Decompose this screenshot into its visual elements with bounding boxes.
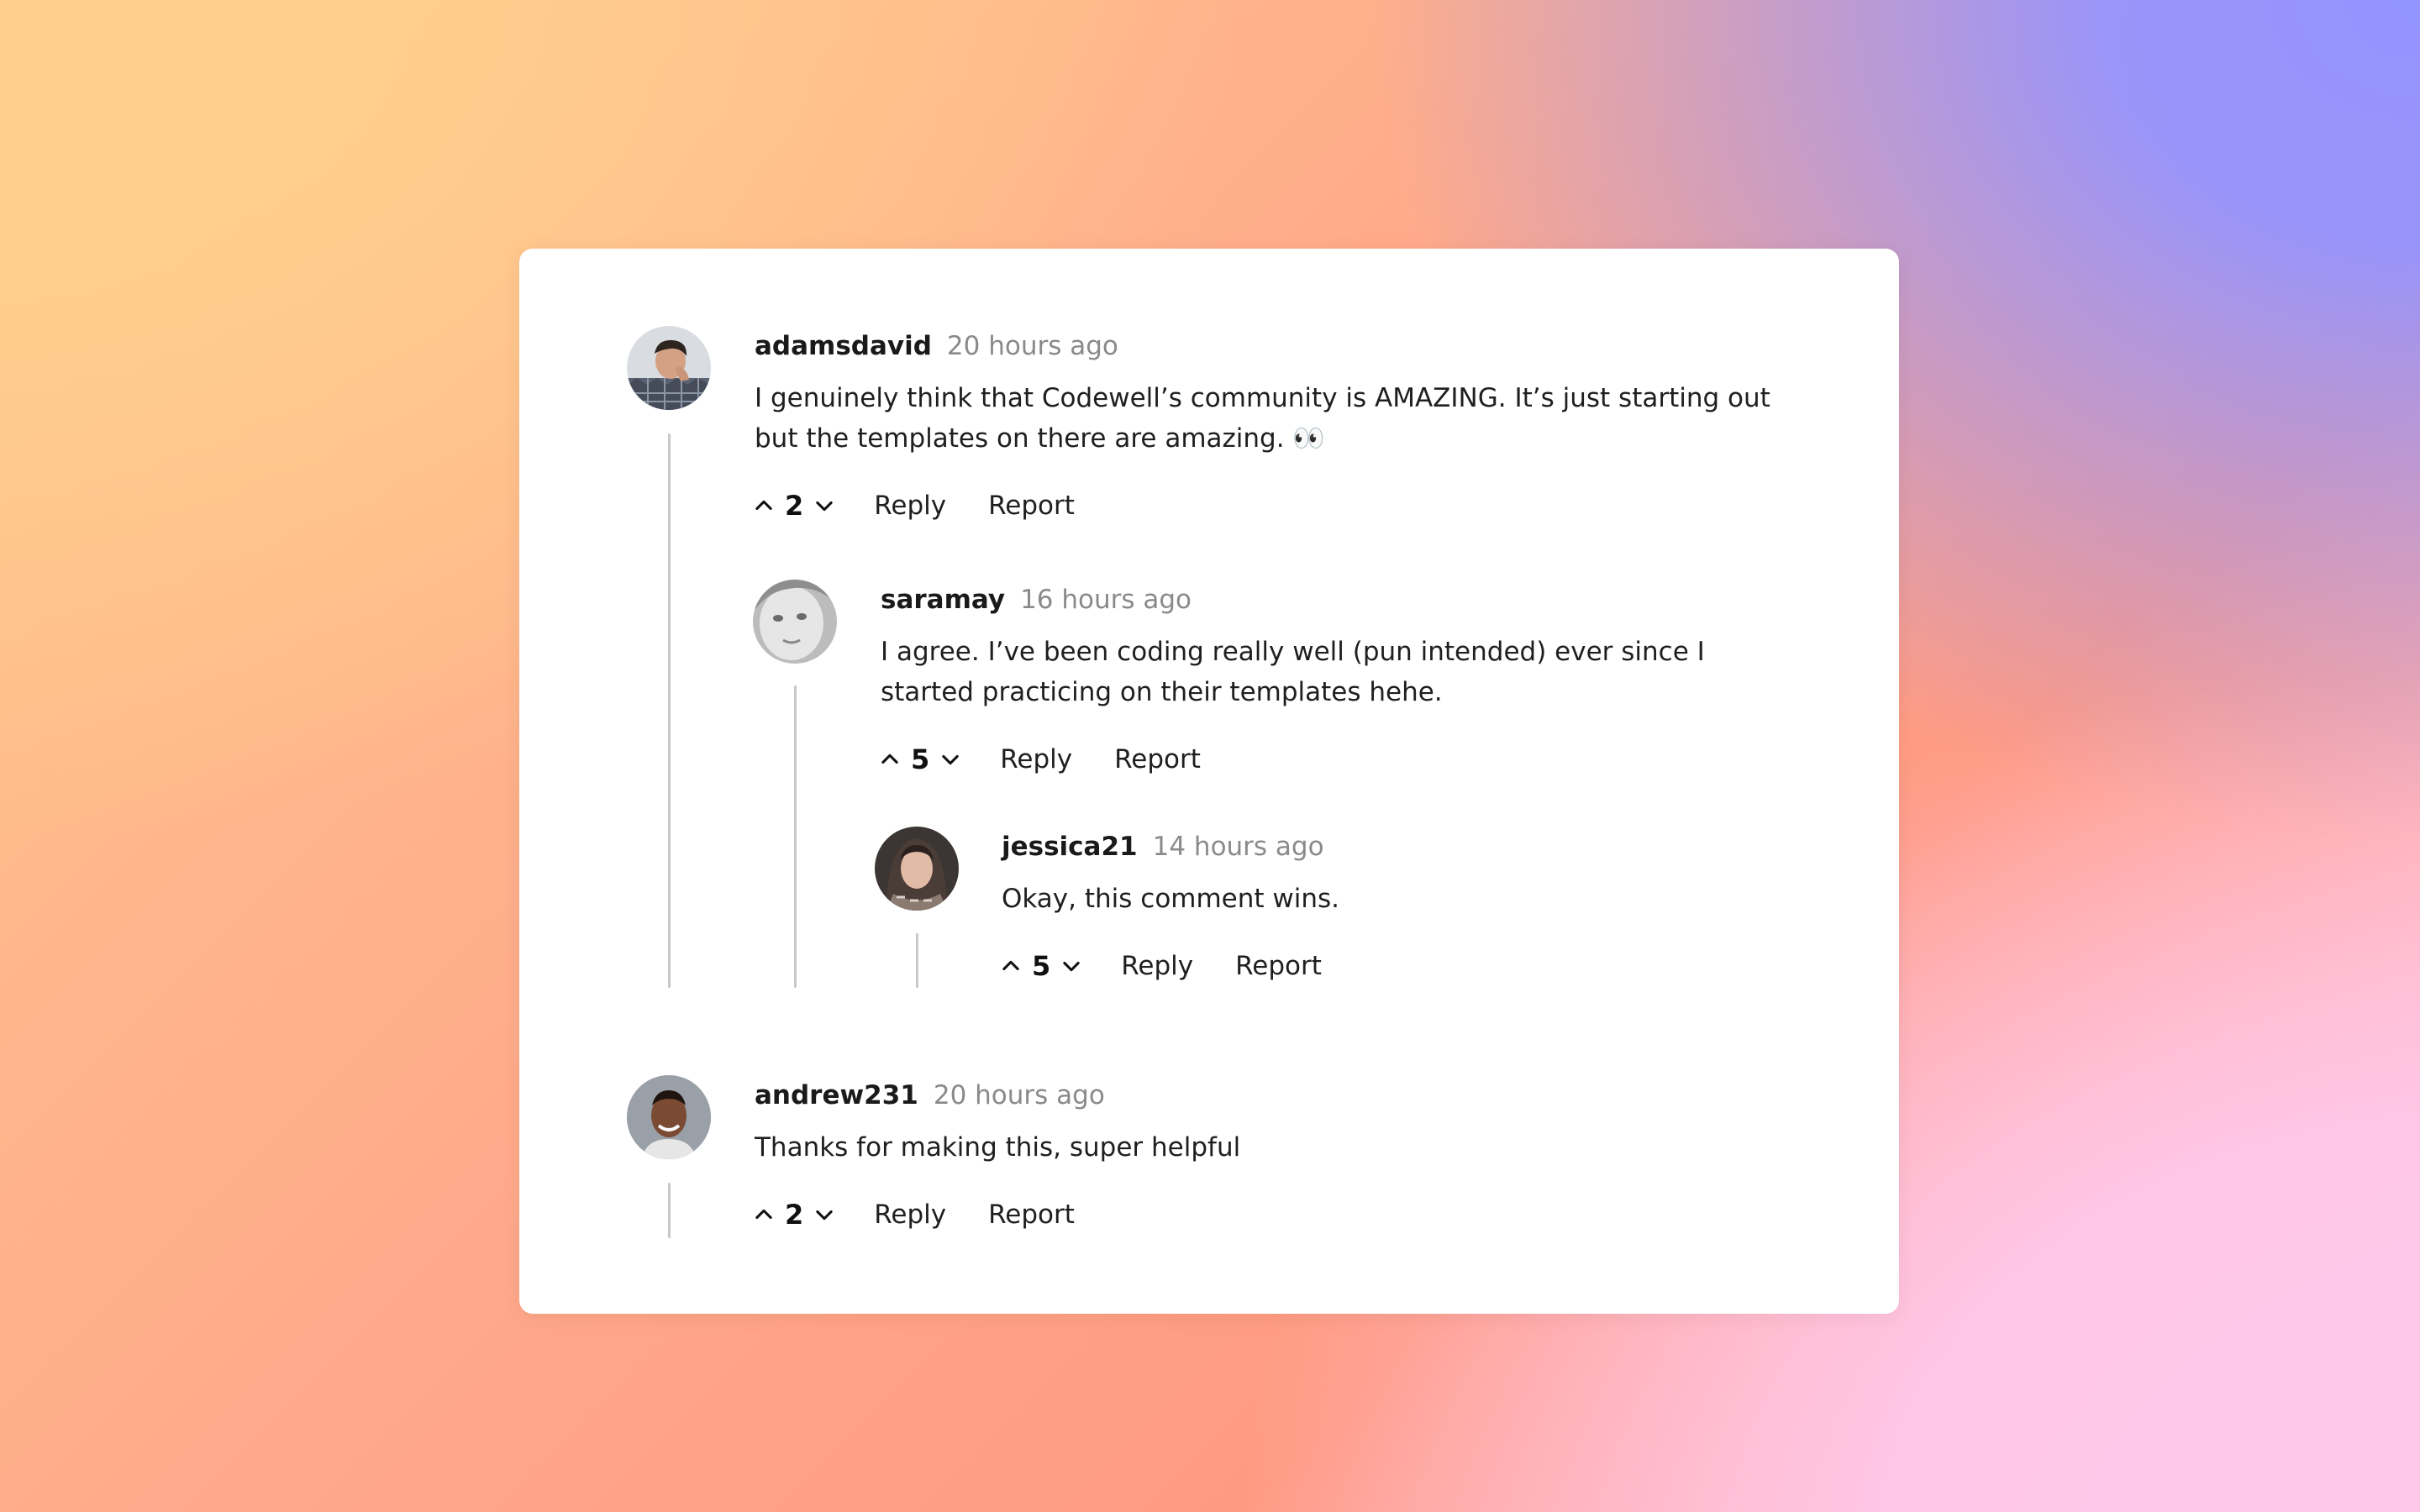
avatar[interactable] — [627, 1075, 711, 1159]
downvote-button[interactable] — [1059, 953, 1084, 979]
downvote-button[interactable] — [938, 747, 963, 772]
timestamp: 20 hours ago — [933, 1080, 1105, 1110]
thread-line — [668, 433, 671, 988]
username[interactable]: andrew231 — [755, 1080, 918, 1110]
timestamp: 16 hours ago — [1020, 585, 1192, 615]
username[interactable]: jessica21 — [1002, 832, 1138, 862]
vote-count: 5 — [1032, 950, 1051, 982]
downvote-button[interactable] — [812, 1202, 837, 1227]
comment-text: Okay, this comment wins. — [1002, 884, 1340, 914]
reply-button[interactable]: Reply — [1121, 951, 1193, 981]
thread-line — [668, 1183, 671, 1238]
upvote-button[interactable] — [751, 1202, 776, 1227]
reply-button[interactable]: Reply — [1000, 744, 1072, 774]
timestamp: 20 hours ago — [946, 331, 1118, 361]
comment-text: Thanks for making this, super helpful — [755, 1132, 1241, 1163]
chevron-down-icon — [816, 501, 833, 512]
avatar[interactable] — [875, 827, 959, 911]
chevron-down-icon — [1063, 961, 1080, 972]
upvote-button[interactable] — [877, 747, 902, 772]
report-button[interactable]: Report — [988, 491, 1075, 521]
thread-line — [916, 933, 918, 988]
comment-header: andrew231 20 hours ago — [755, 1080, 1105, 1110]
comment-header: adamsdavid 20 hours ago — [755, 331, 1118, 361]
vote-count: 2 — [785, 490, 804, 522]
avatar[interactable] — [627, 326, 711, 410]
vote-count: 5 — [911, 743, 930, 775]
avatar[interactable] — [753, 580, 837, 664]
report-button[interactable]: Report — [1114, 744, 1201, 774]
upvote-button[interactable] — [751, 493, 776, 518]
chevron-up-icon — [755, 1209, 772, 1220]
reply-button[interactable]: Reply — [874, 1200, 946, 1230]
comment-header: jessica21 14 hours ago — [1002, 832, 1324, 862]
comments-card: adamsdavid 20 hours ago I genuinely thin… — [519, 249, 1899, 1314]
report-button[interactable]: Report — [988, 1200, 1075, 1230]
comment-header: saramay 16 hours ago — [881, 585, 1192, 615]
comment-text: I genuinely think that Codewell’s commun… — [755, 383, 1770, 454]
report-button[interactable]: Report — [1235, 951, 1322, 981]
chevron-down-icon — [816, 1210, 833, 1221]
downvote-button[interactable] — [812, 493, 837, 518]
upvote-button[interactable] — [998, 953, 1023, 979]
comment-actions: 2 Reply Report — [751, 486, 1075, 526]
username[interactable]: saramay — [881, 585, 1005, 615]
comment-actions: 2 Reply Report — [751, 1194, 1075, 1235]
chevron-up-icon — [755, 500, 772, 511]
timestamp: 14 hours ago — [1152, 832, 1324, 862]
chevron-up-icon — [881, 753, 898, 764]
comment-actions: 5 Reply Report — [877, 739, 1201, 780]
username[interactable]: adamsdavid — [755, 331, 932, 361]
chevron-up-icon — [1002, 960, 1019, 971]
thread-line — [794, 685, 797, 988]
chevron-down-icon — [942, 754, 959, 765]
comment-actions: 5 Reply Report — [998, 946, 1322, 986]
reply-button[interactable]: Reply — [874, 491, 946, 521]
vote-count: 2 — [785, 1199, 804, 1231]
comment-text: I agree. I’ve been coding really well (p… — [881, 637, 1705, 707]
